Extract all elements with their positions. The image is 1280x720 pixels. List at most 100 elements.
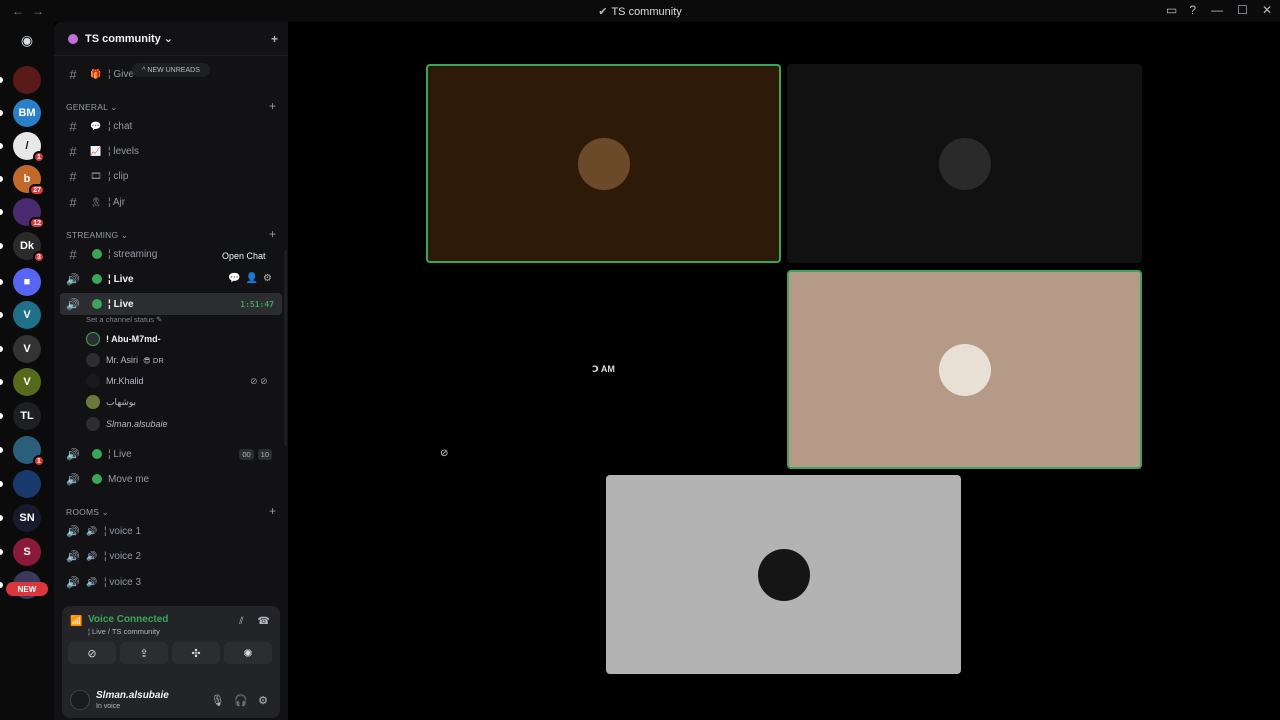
server-initials: V	[23, 309, 31, 321]
participant-tile[interactable]	[787, 270, 1142, 469]
server-icon[interactable]	[13, 470, 41, 498]
server-icon[interactable]: TL	[13, 402, 41, 430]
channel-label: ¦ streaming	[108, 248, 158, 260]
hash-icon: #	[69, 143, 77, 159]
create-channel-icon[interactable]: +	[269, 504, 276, 518]
headset-icon[interactable]: 🎧	[234, 694, 248, 707]
server-icon[interactable]: BM	[13, 99, 41, 127]
unread-pill	[0, 243, 3, 249]
soundboard-button[interactable]: ✺	[224, 642, 272, 664]
avatar[interactable]	[70, 690, 90, 710]
help-icon[interactable]: ?	[1189, 3, 1196, 17]
microphone-icon[interactable]: 🎙	[210, 694, 224, 707]
unread-pill	[0, 312, 3, 318]
create-channel-icon[interactable]: +	[269, 227, 276, 241]
participant-tile[interactable]	[606, 475, 961, 674]
participant-tile[interactable]	[787, 64, 1142, 263]
server-icon[interactable]: V	[13, 301, 41, 329]
sidebar-scrollbar[interactable]	[284, 250, 287, 446]
voice-channel-move-me[interactable]: 🔊 Move me	[60, 468, 282, 490]
voice-status[interactable]: Voice Connected	[88, 614, 168, 625]
hash-icon: #	[69, 66, 77, 82]
speaker-icon: 🔊	[66, 273, 80, 286]
settings-gear-icon[interactable]: ⚙	[258, 694, 268, 707]
voice-member[interactable]: Mr. Asiri 😎 DR	[86, 351, 164, 369]
server-initials: SN	[19, 512, 35, 524]
add-user-icon[interactable]: +	[271, 32, 278, 46]
voice-channel-link[interactable]: ¦ Live / TS community	[88, 627, 160, 636]
server-icon[interactable]: 12	[13, 198, 45, 229]
voice-channel-voice-1[interactable]: 🔊 🔊 ¦ voice 1	[60, 520, 282, 542]
mention-badge: 3	[33, 251, 45, 263]
participant-avatar	[938, 137, 991, 190]
inbox-icon[interactable]: ▭	[1166, 3, 1177, 17]
unread-pill	[0, 582, 3, 588]
gear-icon[interactable]: ⚙	[263, 273, 272, 284]
voice-channel-live-3[interactable]: 🔊 ¦ Live 00 10	[60, 443, 282, 465]
new-unreads-pill[interactable]: ^ NEW UNREADS	[132, 63, 210, 77]
unread-pill	[0, 77, 3, 83]
channel-label: ¦ voice 3	[104, 576, 142, 588]
server-icon[interactable]: /1	[13, 132, 45, 163]
speaker-icon: 🔊	[66, 473, 80, 486]
speaker-icon: 🔊	[66, 550, 80, 563]
server-icon[interactable]: 1	[13, 436, 45, 467]
unread-pill	[0, 110, 3, 116]
participant-tile[interactable]: Ↄ AM ⊘	[426, 270, 781, 469]
channel-status-prompt[interactable]: Set a channel status ✎	[86, 315, 162, 324]
camera-off-button[interactable]: ⊘	[68, 642, 116, 664]
new-servers-pill[interactable]: NEW	[6, 582, 48, 596]
green-dot-icon	[92, 474, 102, 484]
member-name: Slman.alsubaie	[106, 419, 168, 429]
channel-label: ¦ Ajr	[108, 196, 126, 208]
voice-channel-voice-2[interactable]: 🔊 🔊 ¦ voice 2	[60, 545, 282, 567]
voice-member[interactable]: Slman.alsubaie	[86, 415, 168, 433]
invite-icon[interactable]: 👤	[246, 273, 258, 284]
channel-label: ¦ Live	[108, 273, 134, 285]
server-icon[interactable]: SN	[13, 504, 41, 532]
minimize-button[interactable]: —	[1211, 3, 1223, 17]
participant-tile[interactable]	[426, 64, 781, 263]
channel-ajr[interactable]: # 🎗 ¦ Ajr	[60, 191, 282, 213]
create-channel-icon[interactable]: +	[269, 99, 276, 113]
noise-suppression-icon[interactable]: ⫽	[239, 616, 243, 627]
gift-emoji: 🎁	[90, 68, 102, 79]
voice-member[interactable]: بوشهاب	[86, 393, 136, 411]
avatar	[86, 417, 100, 431]
maximize-button[interactable]: ☐	[1237, 3, 1248, 17]
username[interactable]: Slman.alsubaie	[96, 690, 169, 701]
guild-header[interactable]: TS community ⌄ +	[54, 22, 288, 56]
share-screen-button[interactable]: ⇪	[120, 642, 168, 664]
category-streaming[interactable]: STREAMING ⌄	[66, 230, 128, 241]
server-icon[interactable]: S	[13, 538, 41, 566]
participant-avatar	[577, 137, 630, 190]
voice-channel-live-2[interactable]: 🔊 ¦ Live 1:51:47	[60, 293, 282, 315]
server-icon[interactable]: Dk 3	[13, 232, 45, 263]
category-general[interactable]: GENERAL ⌄	[66, 102, 118, 113]
channel-chat[interactable]: # 💬 ¦ chat	[60, 115, 282, 137]
close-button[interactable]: ✕	[1262, 3, 1272, 17]
avatar	[86, 395, 100, 409]
disconnect-icon[interactable]: ☎	[258, 616, 270, 627]
activities-button[interactable]: ✣	[172, 642, 220, 664]
voice-channel-voice-3[interactable]: 🔊 🔊 ¦ voice 3	[60, 571, 282, 593]
voice-channel-live-1[interactable]: 🔊 ¦ Live 💬 👤 ⚙	[60, 268, 282, 290]
channel-clip[interactable]: # 🎞 ¦ clip	[60, 165, 282, 187]
title-bar: ←→ ✔ TS community ▭ ? — ☐ ✕	[0, 0, 1280, 22]
server-icon[interactable]: b 27	[13, 165, 45, 196]
voice-stage: Ↄ AM ⊘	[288, 22, 1280, 720]
unread-pill	[0, 413, 3, 419]
mention-badge: 27	[29, 184, 45, 196]
server-icon[interactable]: V	[13, 335, 41, 363]
server-icon[interactable]: V	[13, 368, 41, 396]
signal-icon[interactable]: 📶	[70, 616, 84, 630]
server-icon[interactable]	[13, 66, 41, 94]
channel-levels[interactable]: # 📈 ¦ levels	[60, 140, 282, 162]
server-icon[interactable]: ■	[13, 268, 41, 296]
open-chat-icon[interactable]: 💬	[228, 273, 240, 284]
category-rooms[interactable]: ROOMS ⌄	[66, 507, 109, 518]
discord-home-icon[interactable]: ◉	[13, 26, 41, 54]
member-name: ! Abu-M7md-	[106, 334, 161, 344]
voice-member[interactable]: Mr.Khalid	[86, 372, 144, 390]
voice-member[interactable]: ! Abu-M7md-	[86, 330, 161, 348]
